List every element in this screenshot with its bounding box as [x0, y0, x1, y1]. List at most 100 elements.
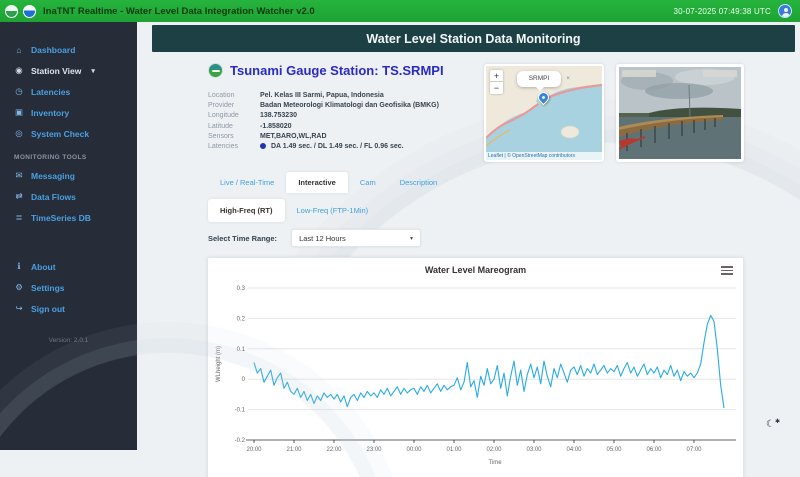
- chart-menu-icon[interactable]: [721, 266, 733, 276]
- close-icon[interactable]: ×: [566, 71, 570, 87]
- sidebar-item-label: Data Flows: [31, 191, 76, 202]
- star-icon: ✱: [774, 419, 780, 425]
- chevron-down-icon: ▾: [91, 67, 95, 75]
- field-label: Sensors: [208, 132, 234, 140]
- field-label: Location: [208, 92, 235, 99]
- time-range-value: Last 12 Hours: [299, 233, 346, 243]
- inatnt-logo-icon: [5, 4, 18, 18]
- map-popup-label: SRMPI: [528, 75, 550, 82]
- svg-text:04:00: 04:00: [566, 447, 582, 453]
- sidebar-item-label: TimeSeries DB: [31, 212, 91, 223]
- home-icon: ⌂: [16, 45, 22, 55]
- sidebar-item-label: System Check: [31, 128, 90, 139]
- field-value: MET,BARO,WL,RAD: [260, 132, 327, 140]
- time-range-select[interactable]: Last 12 Hours ▾: [291, 229, 422, 247]
- app-title: InaTNT Realtime - Water Level Data Integ…: [43, 5, 315, 17]
- sidebar-item-sign-out[interactable]: ↪ Sign out: [0, 298, 137, 319]
- map-zoom-out-button[interactable]: −: [490, 82, 503, 94]
- map-zoom-control: + −: [490, 70, 503, 94]
- tab-description[interactable]: Description: [388, 172, 450, 193]
- field-label: Longitude: [208, 112, 239, 120]
- app-version: Version: 2.0.1: [48, 337, 89, 344]
- page-header: Water Level Station Data Monitoring: [152, 25, 795, 52]
- station-title: Tsunami Gauge Station: TS.SRMPI: [230, 63, 444, 78]
- svg-text:0: 0: [242, 377, 246, 383]
- svg-text:02:00: 02:00: [486, 447, 502, 453]
- top-bar: InaTNT Realtime - Water Level Data Integ…: [0, 0, 800, 22]
- sidebar-item-label: Dashboard: [31, 45, 76, 55]
- time-range-row: Select Time Range: Last 12 Hours ▾: [208, 229, 422, 247]
- map-popup: SRMPI ×: [517, 71, 570, 91]
- pier-photo-graphic: [619, 67, 741, 159]
- tab-cam[interactable]: Cam: [348, 172, 388, 193]
- app-window: InaTNT Realtime - Water Level Data Integ…: [0, 0, 800, 477]
- svg-text:0.1: 0.1: [237, 347, 246, 353]
- view-tabs: Live / Real-Time Interactive Cam Descrip…: [208, 171, 449, 193]
- info-icon: ℹ: [17, 261, 21, 271]
- sidebar-item-latencies[interactable]: ◷ Latencies: [0, 81, 137, 102]
- box-icon: ▣: [14, 107, 24, 117]
- latency-value: DA 1.49 sec. / DL 1.49 sec. / FL 0.96 se…: [271, 142, 404, 150]
- latency-status-dot: [260, 142, 266, 149]
- station-map[interactable]: + − SRMPI × Leaflet | © OpenStreetMap co…: [484, 64, 604, 162]
- mareogram-svg: 0.3 0.2 0.1 0 -0.1 -0.220:00 21:00 22:00 23:00 00…: [216, 286, 736, 466]
- tab-live-realtime[interactable]: Live / Real-Time: [208, 172, 286, 193]
- svg-text:-0.1: -0.1: [235, 408, 246, 414]
- sidebar-item-messaging[interactable]: ✉ Messaging: [0, 165, 137, 186]
- main-content: Water Level Station Data Monitoring Tsun…: [0, 22, 800, 477]
- svg-text:00:00: 00:00: [406, 447, 422, 453]
- sidebar-item-inventory[interactable]: ▣ Inventory: [0, 102, 137, 123]
- map-zoom-in-button[interactable]: +: [490, 70, 503, 82]
- field-value: Pel. Kelas III Sarmi, Papua, Indonesia: [260, 92, 384, 99]
- moon-icon: ☾: [766, 419, 775, 430]
- tab-high-freq[interactable]: High-Freq (RT): [208, 199, 285, 222]
- sidebar-item-about[interactable]: ℹ About: [0, 256, 137, 277]
- sidebar-section-monitoring-tools: MONITORING TOOLS: [14, 154, 87, 161]
- gear-icon: ⚙: [15, 282, 23, 292]
- target-icon: ◎: [15, 128, 23, 138]
- database-icon: ≣: [15, 212, 23, 222]
- clock-icon: ◷: [15, 86, 23, 96]
- field-label: Latencies: [208, 142, 238, 150]
- svg-text:23:00: 23:00: [366, 447, 382, 453]
- svg-text:06:00: 06:00: [646, 447, 662, 453]
- arrows-icon: ⇄: [15, 191, 23, 201]
- sidebar-item-label: Station View: [31, 65, 82, 76]
- svg-text:0.2: 0.2: [237, 316, 246, 322]
- map-attribution: Leaflet | © OpenStreetMap contributors: [486, 152, 602, 160]
- sidebar-item-settings[interactable]: ⚙ Settings: [0, 277, 137, 298]
- info-row-location: Location Pel. Kelas III Sarmi, Papua, In…: [208, 92, 478, 99]
- field-value: -1.858020: [260, 122, 292, 130]
- chart-title: Water Level Mareogram: [424, 265, 527, 275]
- station-info: Location Pel. Kelas III Sarmi, Papua, In…: [208, 92, 478, 153]
- svg-text:21:00: 21:00: [286, 447, 302, 453]
- station-logo-icon: [208, 63, 223, 78]
- info-row-longitude: Longitude 138.753230: [208, 112, 478, 119]
- svg-text:07:00: 07:00: [686, 447, 702, 453]
- sidebar-item-timeseries-db[interactable]: ≣ TimeSeries DB: [0, 207, 137, 228]
- sidebar-item-label: Settings: [31, 282, 65, 293]
- svg-text:-0.2: -0.2: [235, 438, 246, 444]
- field-value: Badan Meteorologi Klimatologi dan Geofis…: [260, 102, 439, 110]
- sidebar-item-data-flows[interactable]: ⇄ Data Flows: [0, 186, 137, 207]
- bmkg-logo-icon: [23, 4, 36, 18]
- tab-low-freq[interactable]: Low-Freq (FTP-1Min): [285, 199, 381, 222]
- sidebar-item-dashboard[interactable]: ⌂ Dashboard: [0, 40, 137, 60]
- sidebar-item-system-check[interactable]: ◎ System Check: [0, 123, 137, 144]
- station-photo: [616, 64, 744, 162]
- user-avatar[interactable]: [778, 4, 792, 18]
- sidebar: ⌂ Dashboard ◉ Station View ▾ ◷ Latencies…: [0, 22, 137, 450]
- svg-text:WLheight (m): WLheight (m): [216, 346, 222, 382]
- tab-interactive[interactable]: Interactive: [286, 172, 348, 193]
- dark-mode-toggle[interactable]: ☾✱: [766, 418, 780, 430]
- svg-text:20:00: 20:00: [246, 447, 262, 453]
- sidebar-item-station-view[interactable]: ◉ Station View ▾: [0, 60, 137, 81]
- svg-text:Time: Time: [488, 460, 502, 466]
- info-row-latitude: Latitude -1.858020: [208, 123, 478, 130]
- info-row-sensors: Sensors MET,BARO,WL,RAD: [208, 133, 478, 140]
- field-label: Latitude: [208, 122, 233, 130]
- sign-out-icon: ↪: [15, 303, 23, 313]
- envelope-icon: ✉: [15, 170, 23, 180]
- svg-text:0.3: 0.3: [237, 286, 246, 292]
- station-icon: ◉: [15, 65, 23, 75]
